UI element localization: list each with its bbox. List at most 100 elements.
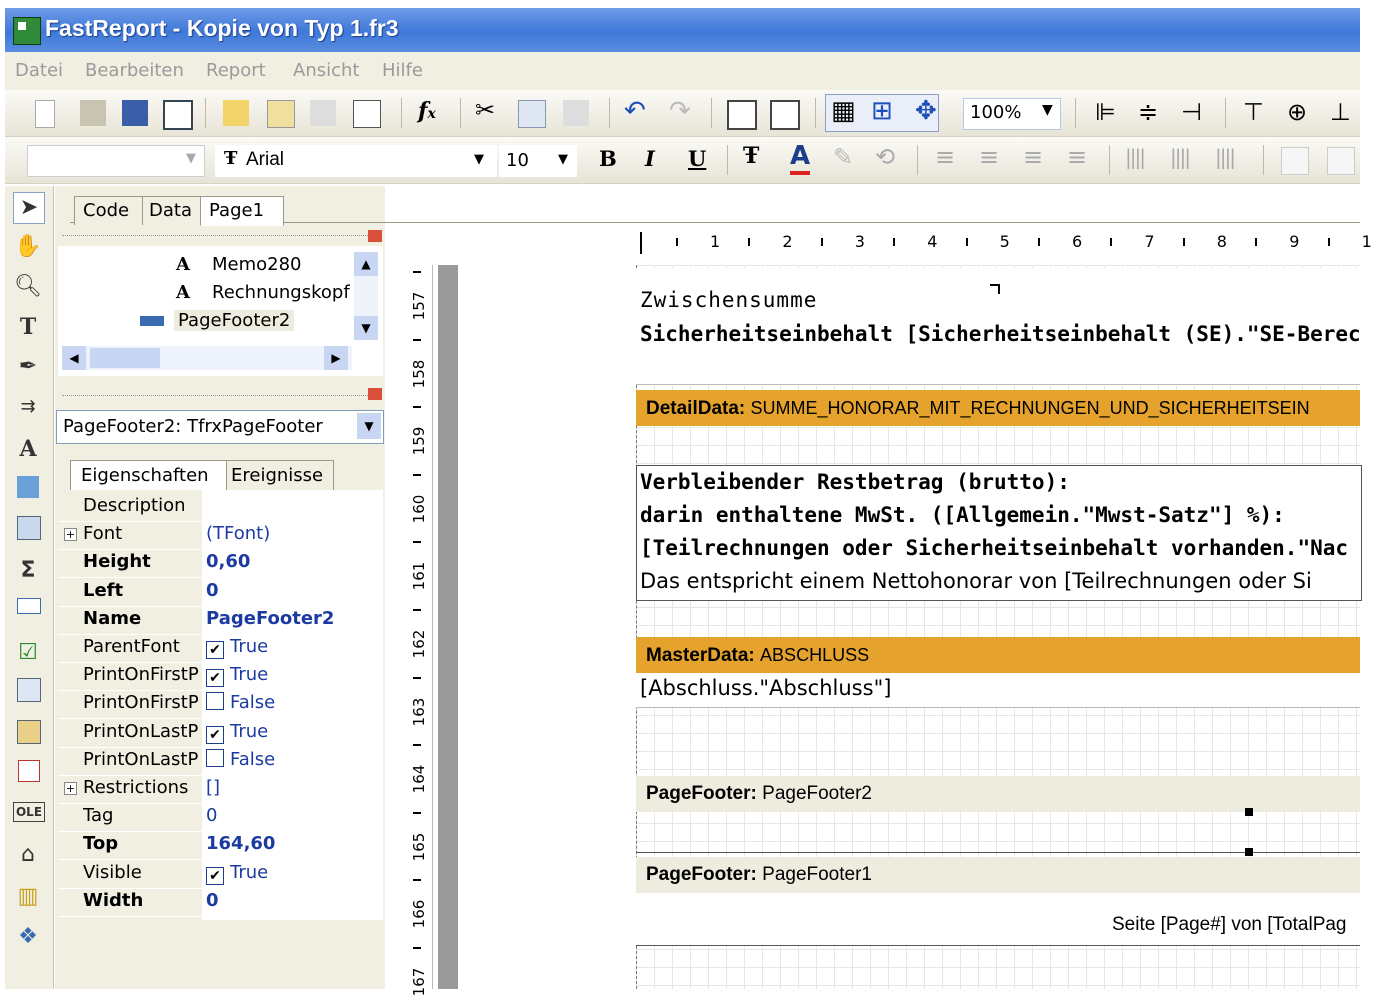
property-row[interactable]: Font + (TFont): [58, 521, 383, 551]
expand-icon[interactable]: +: [64, 782, 77, 795]
picture-object-icon[interactable]: [17, 476, 39, 498]
align-top-icon[interactable]: ⊤: [1243, 98, 1264, 126]
masterdata-band[interactable]: MasterData: ABSCHLUSS: [636, 637, 1360, 673]
checkbox[interactable]: ✔: [206, 725, 224, 744]
memo-sicherheitseinbehalt[interactable]: Sicherheitseinbehalt [Sicherheitseinbeha…: [640, 322, 1360, 346]
redo-icon[interactable]: ↷: [669, 96, 691, 126]
frame-icon[interactable]: [1281, 147, 1309, 175]
checkbox[interactable]: [206, 748, 224, 767]
property-value[interactable]: 0: [206, 805, 217, 826]
tab-data[interactable]: Data: [142, 196, 208, 225]
pagefooter2-area[interactable]: [636, 812, 1360, 853]
paste-icon[interactable]: [563, 100, 589, 126]
text-tool-icon[interactable]: T: [13, 312, 43, 342]
memo-restbetrag[interactable]: Verbleibender Restbetrag (brutto):: [640, 470, 1070, 494]
text-align-right-icon[interactable]: ≡: [1023, 143, 1043, 171]
scroll-thumb[interactable]: [90, 348, 160, 368]
property-row[interactable]: Restrictions + []: [58, 775, 383, 804]
delete-page-icon[interactable]: [310, 100, 336, 126]
richtext-object-icon[interactable]: [17, 678, 41, 702]
select-tool-icon[interactable]: ➤: [13, 192, 45, 224]
property-value[interactable]: []: [206, 777, 220, 798]
group-icon[interactable]: [727, 100, 757, 130]
menu-hilfe[interactable]: Hilfe: [382, 60, 423, 81]
checkbox[interactable]: ✔: [206, 866, 224, 885]
property-row[interactable]: PrintOnFirstP ✔ True: [58, 662, 383, 692]
crosstab-object-icon[interactable]: [17, 720, 41, 744]
close-icon[interactable]: [368, 388, 382, 400]
property-row[interactable]: Top 164,60: [58, 831, 383, 861]
ole-object-icon[interactable]: OLE: [13, 802, 45, 822]
subreport-icon[interactable]: [17, 516, 41, 540]
valign-bottom-icon[interactable]: ||||: [1215, 145, 1236, 169]
scroll-right-icon[interactable]: ▶: [324, 346, 348, 370]
rotation-icon[interactable]: ⟲: [875, 143, 895, 171]
object-selector[interactable]: PageFooter2: TfrxPageFooter ▼: [56, 410, 384, 444]
align-grid-icon[interactable]: ⊞: [871, 96, 893, 126]
property-row[interactable]: PrintOnLastP False: [58, 747, 383, 776]
memo-nettohonorar[interactable]: Das entspricht einem Nettohonorar von [T…: [640, 569, 1360, 593]
new-page-icon[interactable]: [223, 100, 249, 126]
underline-button[interactable]: U: [688, 146, 706, 171]
scroll-up-icon[interactable]: ▲: [354, 252, 378, 276]
menu-ansicht[interactable]: Ansicht: [293, 60, 359, 81]
checkbox-object-icon[interactable]: ☑: [13, 638, 43, 668]
tab-eigenschaften[interactable]: Eigenschaften: [70, 460, 230, 491]
property-value[interactable]: 0: [206, 890, 219, 911]
checkbox[interactable]: ✔: [206, 669, 224, 688]
property-value[interactable]: ✔ True: [206, 862, 268, 885]
open-icon[interactable]: [80, 100, 106, 126]
new-icon[interactable]: [35, 100, 55, 128]
property-value[interactable]: ✔ True: [206, 664, 268, 688]
property-row[interactable]: PrintOnFirstP False: [58, 690, 383, 720]
expand-icon[interactable]: +: [64, 528, 77, 542]
pagefooter1-band[interactable]: PageFooter: PageFooter1: [636, 857, 1360, 893]
tab-ereignisse[interactable]: Ereignisse: [226, 460, 334, 491]
property-row[interactable]: Visible ✔ True: [58, 860, 383, 889]
align-right-icon[interactable]: ⊣: [1181, 98, 1202, 126]
memo-abschluss[interactable]: [Abschluss."Abschluss"]: [640, 676, 891, 700]
scroll-down-icon[interactable]: ▼: [354, 316, 378, 340]
property-row[interactable]: Name PageFooter2: [58, 606, 383, 635]
new-dialog-icon[interactable]: [267, 100, 295, 128]
property-row[interactable]: ParentFont ✔ True: [58, 634, 383, 663]
property-row[interactable]: Description: [58, 493, 383, 522]
save-icon[interactable]: [122, 100, 148, 126]
hand-tool-icon[interactable]: ✋: [13, 232, 43, 262]
property-row[interactable]: Tag 0: [58, 803, 383, 833]
text-justify-icon[interactable]: ≡: [1067, 143, 1087, 171]
font-size-dropdown[interactable]: 10 ▼: [499, 145, 577, 177]
italic-button[interactable]: I: [645, 146, 655, 171]
text-object-icon[interactable]: A: [13, 434, 43, 464]
barcode-object-icon[interactable]: ⌂: [13, 840, 43, 870]
line-object-icon[interactable]: [17, 598, 41, 614]
highlight-icon[interactable]: ✎: [833, 143, 853, 171]
align-left-icon[interactable]: ⊫: [1095, 98, 1116, 126]
format-copy-icon[interactable]: ✒: [13, 352, 43, 382]
memo-mwst[interactable]: darin enthaltene MwSt. ([Allgemein."Mwst…: [640, 503, 1285, 527]
chart-object-icon[interactable]: ▥: [13, 882, 43, 912]
function-icon[interactable]: fx: [418, 98, 436, 124]
property-row[interactable]: Left 0: [58, 578, 383, 607]
pagefooter2-band[interactable]: PageFooter: PageFooter2: [636, 776, 1360, 812]
zoom-tool-icon[interactable]: 🔍︎: [13, 272, 43, 302]
cut-icon[interactable]: ✂: [475, 96, 495, 124]
resize-handle[interactable]: [1245, 808, 1253, 816]
menu-bearbeiten[interactable]: Bearbeiten: [85, 60, 184, 81]
preview-icon[interactable]: [163, 100, 193, 130]
bold-button[interactable]: B: [599, 146, 617, 171]
valign-top-icon[interactable]: ||||: [1125, 145, 1146, 169]
memo-teilrechnungen[interactable]: [Teilrechnungen oder Sicherheitseinbehal…: [640, 536, 1360, 560]
scroll-left-icon[interactable]: ◀: [62, 346, 86, 370]
menu-datei[interactable]: Datei: [15, 60, 63, 81]
checkbox[interactable]: ✔: [206, 641, 224, 659]
tree-vscroll[interactable]: ▲ ▼: [354, 252, 378, 340]
tree-hscroll[interactable]: ◀ ▶: [62, 346, 352, 370]
align-center-icon[interactable]: ≑: [1138, 98, 1158, 126]
text-align-left-icon[interactable]: ≡: [935, 143, 955, 171]
memo-page-number[interactable]: Seite [Page#] von [TotalPag: [1112, 914, 1360, 936]
close-icon[interactable]: [368, 230, 382, 242]
property-value[interactable]: 164,60: [206, 833, 275, 854]
memo-zwischensumme[interactable]: Zwischensumme: [640, 288, 817, 312]
property-row[interactable]: Width 0: [58, 888, 383, 917]
